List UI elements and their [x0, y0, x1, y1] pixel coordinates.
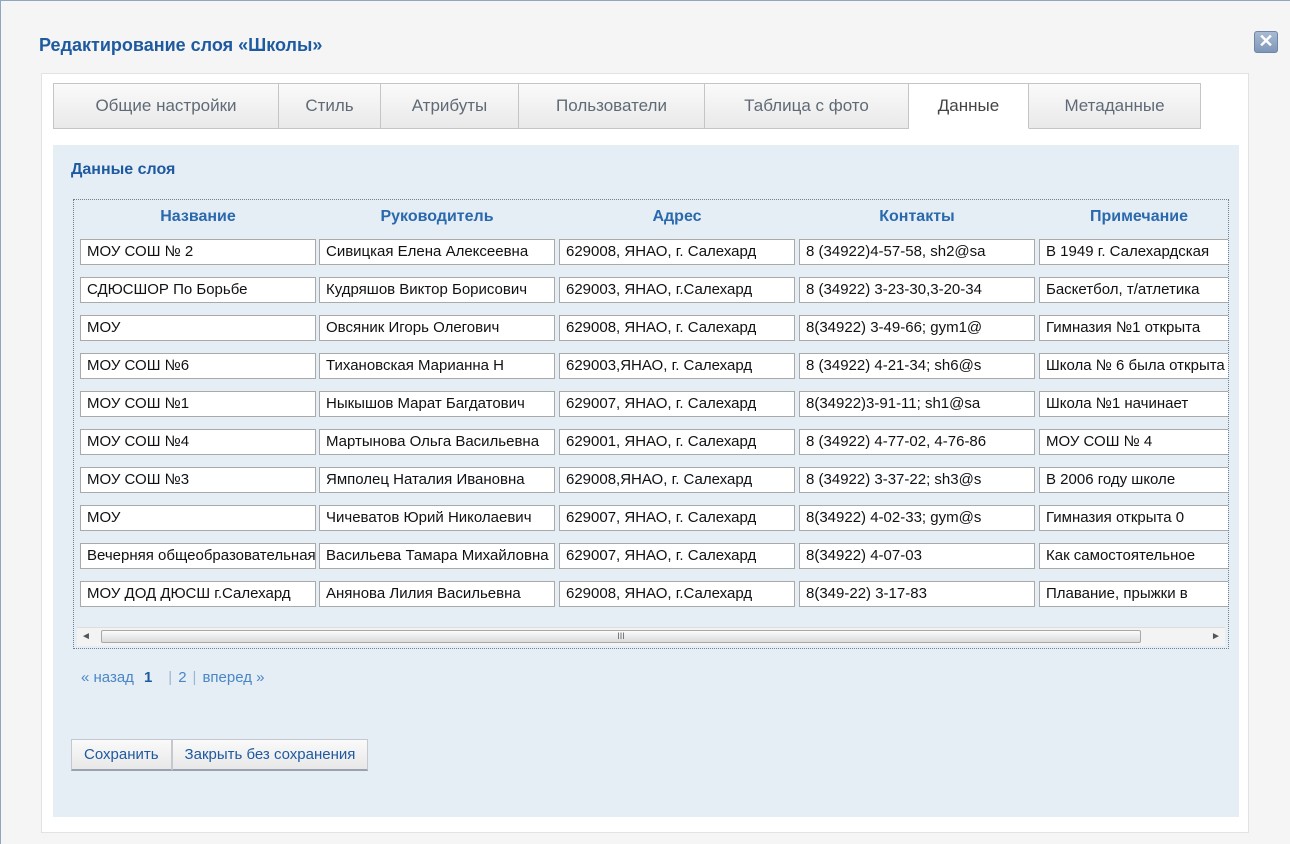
- table-cell-input[interactable]: Гимназия открыта 0: [1039, 505, 1228, 531]
- table-cell-input[interactable]: Тихановская Марианна Н: [319, 353, 555, 379]
- table-cell-input[interactable]: 629007, ЯНАО, г. Салехард: [559, 391, 795, 417]
- dialog-buttons: Сохранить Закрыть без сохранения: [71, 739, 369, 771]
- column-header: Название: [160, 208, 236, 225]
- table-cell-input[interactable]: В 1949 г. Салехардская: [1039, 239, 1228, 265]
- table-cell-input[interactable]: 629001, ЯНАО, г. Салехард: [559, 429, 795, 455]
- tab-users[interactable]: Пользователи: [519, 83, 705, 129]
- table-cell-input[interactable]: Школа №1 начинает: [1039, 391, 1228, 417]
- table-cell-input[interactable]: 629008,ЯНАО, г. Салехард: [559, 467, 795, 493]
- table-cell-input[interactable]: МОУ СОШ № 4: [1039, 429, 1228, 455]
- table-cell-input[interactable]: 8 (34922)4-57-58, sh2@sa: [799, 239, 1035, 265]
- table-cell-input[interactable]: Ямполец Наталия Ивановна: [319, 467, 555, 493]
- table-cell-input[interactable]: Кудряшов Виктор Борисович: [319, 277, 555, 303]
- table-cell-input[interactable]: Овсяник Игорь Олегович: [319, 315, 555, 341]
- close-without-saving-button[interactable]: Закрыть без сохранения: [171, 739, 369, 771]
- tab-photo-table[interactable]: Таблица с фото: [705, 83, 909, 129]
- table-cell-input[interactable]: МОУ СОШ №4: [80, 429, 316, 455]
- pager-prev-link[interactable]: « назад: [81, 669, 134, 686]
- scroll-left-icon[interactable]: ◄: [77, 628, 95, 646]
- tab-attributes[interactable]: Атрибуты: [381, 83, 519, 129]
- table-cell-input[interactable]: 8 (34922) 4-21-34; sh6@s: [799, 353, 1035, 379]
- scroll-right-icon[interactable]: ►: [1207, 628, 1225, 646]
- column-header: Контакты: [879, 208, 955, 225]
- column-header: Примечание: [1089, 208, 1189, 225]
- table-cell-input[interactable]: Как самостоятельное: [1039, 543, 1228, 569]
- table-cell-input[interactable]: МОУ СОШ №1: [80, 391, 316, 417]
- table-cell-input[interactable]: МОУ СОШ № 2: [80, 239, 316, 265]
- table-cell-input[interactable]: Школа № 6 была открыта: [1039, 353, 1228, 379]
- edit-layer-dialog: Редактирование слоя «Школы» ✕ Общие наст…: [0, 0, 1290, 844]
- table-cell-input[interactable]: Чичеватов Юрий Николаевич: [319, 505, 555, 531]
- table-cell-input[interactable]: 629007, ЯНАО, г. Салехард: [559, 543, 795, 569]
- close-icon[interactable]: ✕: [1254, 31, 1278, 53]
- table-cell-input[interactable]: В 2006 году школе: [1039, 467, 1228, 493]
- dialog-title: Редактирование слоя «Школы»: [39, 35, 323, 55]
- table-cell-input[interactable]: Гимназия №1 открыта: [1039, 315, 1228, 341]
- horizontal-scrollbar[interactable]: ◄ III ►: [77, 627, 1225, 646]
- table-cell-input[interactable]: 8 (34922) 4-77-02, 4-76-86: [799, 429, 1035, 455]
- table-cell-input[interactable]: 629003,ЯНАО, г. Салехард: [559, 353, 795, 379]
- table-cell-input[interactable]: Плавание, прыжки в: [1039, 581, 1228, 607]
- table-cell-input[interactable]: МОУ: [80, 315, 316, 341]
- tab-bar: Общие настройки Стиль Атрибуты Пользоват…: [53, 83, 1201, 129]
- table-cell-input[interactable]: МОУ СОШ №3: [80, 467, 316, 493]
- table-cell-input[interactable]: 8(34922) 4-07-03: [799, 543, 1035, 569]
- tab-data[interactable]: Данные: [909, 83, 1029, 129]
- column-header: Руководитель: [380, 208, 494, 225]
- column-header: Адрес: [652, 208, 702, 225]
- table-cell-input[interactable]: 8 (34922) 3-23-30,3-20-34: [799, 277, 1035, 303]
- table-cell-input[interactable]: 629007, ЯНАО, г. Салехард: [559, 505, 795, 531]
- table-cell-input[interactable]: 8(34922) 4-02-33; gym@s: [799, 505, 1035, 531]
- table-cell-input[interactable]: 629008, ЯНАО, г. Салехард: [559, 315, 795, 341]
- table-cell-input[interactable]: МОУ: [80, 505, 316, 531]
- pagination: « назад 1 | 2 | вперед »: [81, 669, 265, 686]
- table-cell-input[interactable]: Анянова Лилия Васильевна: [319, 581, 555, 607]
- pager-separator: |: [192, 669, 197, 686]
- table-cell-input[interactable]: Васильева Тамара Михайловна: [319, 543, 555, 569]
- scrollbar-thumb[interactable]: III: [101, 630, 1141, 643]
- pager-page-1[interactable]: 1: [144, 669, 152, 686]
- section-title: Данные слоя: [71, 161, 176, 178]
- tab-metadata[interactable]: Метаданные: [1029, 83, 1201, 129]
- table-cell-input[interactable]: 8(349-22) 3-17-83: [799, 581, 1035, 607]
- table-cell-input[interactable]: Баскетбол, т/атлетика: [1039, 277, 1228, 303]
- pager-separator: |: [168, 669, 173, 686]
- table-cell-input[interactable]: 8 (34922) 3-37-22; sh3@s: [799, 467, 1035, 493]
- tab-general-settings[interactable]: Общие настройки: [53, 83, 279, 129]
- table-cell-input[interactable]: Вечерняя общеобразовательная: [80, 543, 316, 569]
- table-cell-input[interactable]: 8(34922) 3-49-66; gym1@: [799, 315, 1035, 341]
- table-cell-input[interactable]: Сивицкая Елена Алексеевна: [319, 239, 555, 265]
- pager-next-link[interactable]: вперед »: [202, 669, 264, 686]
- table-cell-input[interactable]: МОУ ДОД ДЮСШ г.Салехард: [80, 581, 316, 607]
- data-grid[interactable]: Название Руководитель Адрес Контакты Примеча…: [73, 199, 1229, 649]
- save-button[interactable]: Сохранить: [71, 739, 172, 771]
- table-cell-input[interactable]: Ныкышов Марат Багдатович: [319, 391, 555, 417]
- pager-page-2[interactable]: 2: [178, 669, 186, 686]
- tab-style[interactable]: Стиль: [279, 83, 381, 129]
- table-cell-input[interactable]: СДЮСШОР По Борьбе: [80, 277, 316, 303]
- table-cell-input[interactable]: Мартынова Ольга Васильевна: [319, 429, 555, 455]
- table-cell-input[interactable]: МОУ СОШ №6: [80, 353, 316, 379]
- table-cell-input[interactable]: 629008, ЯНАО, г. Салехард: [559, 239, 795, 265]
- table-cell-input[interactable]: 8(34922)3-91-11; sh1@sa: [799, 391, 1035, 417]
- table-cell-input[interactable]: 629008, ЯНАО, г.Салехард: [559, 581, 795, 607]
- table-cell-input[interactable]: 629003, ЯНАО, г.Салехард: [559, 277, 795, 303]
